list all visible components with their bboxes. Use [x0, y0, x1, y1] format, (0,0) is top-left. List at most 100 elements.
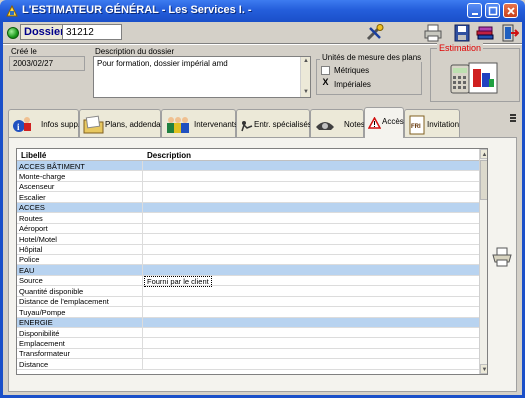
cell-libelle: Police	[19, 255, 40, 265]
tab-notes[interactable]: Notes	[310, 109, 365, 137]
created-date-field: 2003/02/27	[9, 56, 85, 71]
metric-checkbox[interactable]	[321, 66, 330, 75]
table-row[interactable]: Transformateur	[17, 348, 479, 360]
imperial-checkbox[interactable]: X	[321, 78, 330, 88]
title-bar[interactable]: L'ESTIMATEUR GÉNÉRAL - Les Services I. -	[0, 0, 525, 22]
tools-icon[interactable]	[365, 24, 385, 42]
description-field[interactable]: Pour formation, dossier impérial amd ▲ ▼	[93, 56, 311, 98]
books-icon[interactable]	[475, 24, 495, 42]
cell-libelle: Escalier	[19, 192, 46, 202]
scroll-down-icon[interactable]: ▼	[480, 364, 487, 374]
column-divider	[142, 265, 143, 275]
column-divider	[142, 244, 143, 254]
table-row[interactable]: Emplacement	[17, 338, 479, 349]
tab-acces[interactable]: Accès	[364, 107, 404, 138]
status-indicator-icon	[7, 27, 19, 39]
cell-libelle: Emplacement	[19, 338, 65, 348]
cell-libelle: Aéroport	[19, 224, 48, 234]
cell-libelle: Distance	[19, 359, 49, 369]
table-row[interactable]: ENERGIE	[17, 317, 479, 328]
save-icon[interactable]	[452, 24, 472, 42]
main-window: Dossier 31212 Créé le 2003/02/27 Descrip…	[0, 22, 525, 398]
units-title: Unités de mesure des plans	[320, 53, 424, 62]
table-row[interactable]: Routes	[17, 213, 479, 224]
scroll-up-icon[interactable]: ▲	[480, 149, 487, 159]
table-row[interactable]: Aéroport	[17, 223, 479, 235]
cell-libelle: Distance de l'emplacement	[19, 297, 109, 307]
estimation-icon[interactable]	[449, 59, 501, 99]
table-row[interactable]: Ascenseur	[17, 181, 479, 193]
column-header-libelle[interactable]: Libellé	[21, 151, 46, 160]
imperial-label: Impériales	[334, 80, 371, 89]
tab-entr-specialises[interactable]: Entr. spécialisés	[236, 109, 312, 137]
column-divider	[142, 223, 143, 234]
tab-intervenants[interactable]: Intervenants	[161, 109, 238, 137]
folder-icon	[83, 115, 104, 134]
scroll-down-icon[interactable]: ▼	[302, 89, 310, 96]
table-row[interactable]: Monte-charge	[17, 171, 479, 182]
minimize-button[interactable]	[467, 3, 482, 18]
tab-plans-addenda[interactable]: Plans, addenda	[79, 109, 161, 137]
table-row[interactable]: ACCES BÂTIMENT	[17, 161, 479, 172]
estimation-panel[interactable]: Estimation	[430, 43, 520, 102]
column-header-description[interactable]: Description	[147, 151, 191, 160]
column-divider	[142, 359, 143, 369]
worker-icon	[241, 121, 253, 132]
people-icon	[167, 117, 189, 133]
table-row[interactable]: Quantité disponible	[17, 286, 479, 297]
cell-libelle: Hotel/Motel	[19, 234, 57, 244]
minimize-icon	[472, 13, 478, 15]
grid-scrollbar[interactable]: ▲ ▼	[479, 149, 487, 374]
column-divider	[142, 286, 143, 296]
table-row[interactable]: Distance de l'emplacement	[17, 296, 479, 308]
table-row[interactable]: Disponibilité	[17, 328, 479, 339]
cell-libelle: ENERGIE	[19, 318, 53, 328]
tab-label: Accès	[382, 117, 404, 126]
table-row[interactable]: Escalier	[17, 192, 479, 203]
table-row[interactable]: Hotel/Motel	[17, 234, 479, 245]
column-divider	[142, 296, 143, 307]
created-label: Créé le	[11, 47, 37, 56]
acces-grid[interactable]: Libellé Description ACCES BÂTIMENT Monte-…	[16, 148, 488, 375]
cell-libelle: Transformateur	[19, 349, 70, 359]
estimation-title: Estimation	[437, 43, 484, 53]
column-divider	[142, 317, 143, 327]
printer-icon[interactable]	[491, 246, 513, 268]
close-icon	[507, 7, 515, 15]
cell-libelle: Ascenseur	[19, 182, 55, 192]
table-row[interactable]: Source Fourni par le client	[17, 275, 479, 288]
cell-libelle: Monte-charge	[19, 171, 66, 181]
column-divider	[142, 192, 143, 202]
scrollbar-thumb[interactable]	[480, 160, 487, 200]
column-divider	[142, 275, 143, 286]
column-divider	[142, 213, 143, 223]
exit-door-icon[interactable]	[499, 24, 519, 42]
tab-invitation[interactable]: FRI Invitation	[404, 109, 460, 137]
phone-icon	[316, 122, 334, 130]
tab-label: Invitation	[427, 120, 460, 129]
tab-infos-supp[interactable]: i Infos supp.	[8, 109, 80, 137]
app-icon	[6, 4, 18, 17]
close-button[interactable]	[503, 3, 518, 18]
window-title: L'ESTIMATEUR GÉNÉRAL - Les Services I. -	[22, 4, 252, 16]
fax-document-icon: FRI	[409, 115, 425, 135]
table-row[interactable]: ACCES	[17, 202, 479, 214]
tabs-scroll-icon[interactable]	[508, 113, 518, 123]
tab-label: Entr. spécialisés	[254, 120, 312, 129]
table-row[interactable]: Police	[17, 254, 479, 266]
table-row[interactable]: Tuyau/Pompe	[17, 307, 479, 318]
dossier-number-field[interactable]: 31212	[62, 24, 122, 40]
acces-panel: Libellé Description ACCES BÂTIMENT Monte-…	[8, 137, 517, 392]
column-divider	[142, 202, 143, 213]
table-row[interactable]: Hôpital	[17, 244, 479, 255]
scroll-up-icon[interactable]: ▲	[302, 58, 310, 65]
warning-icon	[368, 117, 381, 129]
grid-header: Libellé Description	[17, 149, 479, 161]
printer-icon[interactable]	[423, 24, 443, 42]
maximize-button[interactable]	[485, 3, 500, 18]
table-row[interactable]: EAU	[17, 265, 479, 276]
table-row[interactable]: Distance	[17, 359, 479, 370]
cell-libelle: ACCES BÂTIMENT	[19, 161, 85, 171]
description-scrollbar[interactable]: ▲ ▼	[300, 57, 310, 97]
description-label: Description du dossier	[95, 47, 175, 56]
